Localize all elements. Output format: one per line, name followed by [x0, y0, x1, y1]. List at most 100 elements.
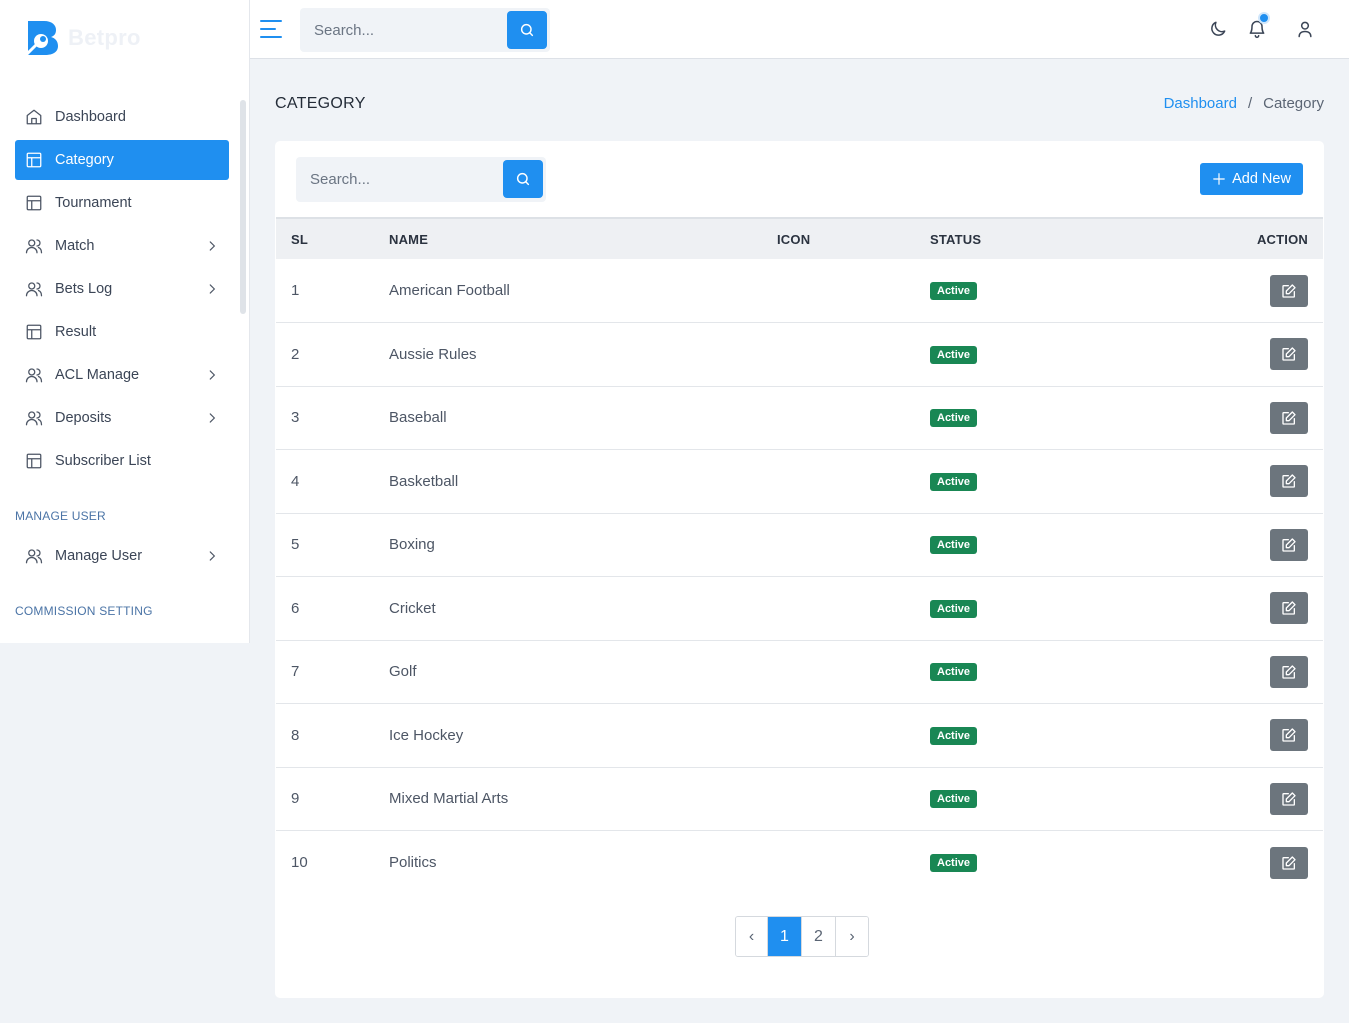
sidebar-item-acl-manage[interactable]: ACL Manage: [15, 355, 229, 395]
edit-icon: [1282, 347, 1296, 361]
sidebar: Betpro Dashboard Category Tournament Match B…: [0, 0, 250, 643]
theme-toggle-button[interactable]: [1208, 19, 1228, 39]
sidebar-item-label: Tournament: [55, 195, 132, 211]
cell-icon: [777, 831, 930, 895]
edit-button[interactable]: [1270, 274, 1308, 307]
sidebar-item-manage-user[interactable]: Manage User: [15, 536, 229, 576]
table-row: 7 Golf Active: [276, 640, 1323, 704]
category-search-input[interactable]: [296, 157, 496, 202]
edit-button[interactable]: [1270, 338, 1308, 371]
edit-icon: [1282, 665, 1296, 679]
cell-sl: 7: [291, 663, 300, 681]
cell-status: Active: [930, 450, 1130, 514]
notifications-button[interactable]: [1247, 12, 1270, 39]
cell-action: [1130, 767, 1323, 831]
chevron-right-icon: [205, 549, 219, 563]
edit-button[interactable]: [1270, 592, 1308, 625]
table-row: 8 Ice Hockey Active: [276, 704, 1323, 768]
cell-name: American Football: [389, 282, 510, 299]
sidebar-item-dashboard[interactable]: Dashboard: [15, 97, 229, 137]
cell-sl: 3: [291, 409, 300, 427]
section-title-manage-user: MANAGE USER: [15, 509, 106, 523]
sidebar-item-label: Deposits: [55, 410, 112, 426]
pagination-next-button[interactable]: ›: [836, 917, 868, 956]
table-row: 3 Baseball Active: [276, 386, 1323, 450]
cell-sl: 6: [291, 599, 300, 617]
cell-name: Ice Hockey: [389, 726, 464, 744]
header-sl[interactable]: SL: [276, 218, 389, 259]
sidebar-item-label: ACL Manage: [55, 367, 140, 383]
hamburger-icon: [260, 20, 282, 38]
cell-icon: [777, 577, 930, 641]
add-new-button[interactable]: Add New: [1200, 163, 1303, 195]
search-icon: [516, 172, 530, 186]
header-status[interactable]: STATUS: [930, 218, 1130, 259]
edit-button[interactable]: [1270, 528, 1308, 561]
sidebar-scrollbar[interactable]: [240, 100, 246, 314]
status-badge: Active: [930, 345, 978, 364]
cell-status: Active: [930, 831, 1130, 895]
menu-toggle-button[interactable]: [259, 17, 283, 41]
sidebar-item-label: Manage User: [55, 548, 143, 564]
status-badge: Active: [930, 536, 978, 555]
status-badge: Active: [930, 726, 978, 745]
sidebar-item-match[interactable]: Match: [15, 226, 229, 266]
table-row: 4 Basketball Active: [276, 450, 1323, 514]
table-icon: [25, 323, 43, 341]
edit-button[interactable]: [1270, 655, 1308, 688]
edit-icon: [1282, 538, 1296, 552]
user-menu-button[interactable]: [1295, 19, 1315, 39]
header-search-button[interactable]: [507, 11, 547, 49]
sidebar-item-result[interactable]: Result: [15, 312, 229, 352]
edit-button[interactable]: [1270, 846, 1308, 879]
cell-name: Politics: [389, 854, 437, 871]
edit-icon: [1282, 601, 1296, 615]
header-name[interactable]: NAME: [389, 218, 777, 259]
sidebar-item-category[interactable]: Category: [15, 140, 229, 180]
edit-button[interactable]: [1270, 401, 1308, 434]
sidebar-item-deposits[interactable]: Deposits: [15, 398, 229, 438]
brand[interactable]: Betpro: [24, 18, 141, 58]
breadcrumb-home-link[interactable]: Dashboard: [1164, 95, 1237, 112]
header-icon[interactable]: ICON: [777, 218, 930, 259]
edit-icon: [1282, 411, 1296, 425]
header-search-input[interactable]: [300, 8, 500, 52]
cell-icon: [777, 513, 930, 577]
edit-button[interactable]: [1270, 719, 1308, 752]
sidebar-item-subscriber-list[interactable]: Subscriber List: [15, 441, 229, 481]
table-icon: [25, 452, 43, 470]
users-icon: [25, 366, 43, 384]
edit-button[interactable]: [1270, 465, 1308, 498]
cell-action: [1130, 513, 1323, 577]
top-header: [250, 0, 1349, 59]
header-search: [300, 8, 550, 52]
cell-name: Mixed Martial Arts: [389, 790, 509, 808]
cell-sl: 1: [291, 282, 300, 299]
edit-icon: [1282, 792, 1296, 806]
status-badge: Active: [930, 282, 978, 300]
table-row: 6 Cricket Active: [276, 577, 1323, 641]
pagination-page-1[interactable]: 1: [768, 917, 802, 956]
cell-status: Active: [930, 386, 1130, 450]
edit-button[interactable]: [1270, 782, 1308, 815]
edit-icon: [1282, 728, 1296, 742]
breadcrumb-current: Category: [1263, 95, 1324, 112]
pagination-prev-button[interactable]: ‹: [736, 917, 768, 956]
pagination-page-2[interactable]: 2: [802, 917, 836, 956]
chevron-right-icon: [205, 239, 219, 253]
users-icon: [25, 409, 43, 427]
sidebar-nav: Dashboard Category Tournament Match Bets Log…: [15, 97, 229, 484]
cell-icon: [777, 704, 930, 768]
category-search-button[interactable]: [503, 160, 543, 198]
table-row: 9 Mixed Martial Arts Active: [276, 767, 1323, 831]
users-icon: [25, 280, 43, 298]
status-badge: Active: [930, 409, 978, 428]
sidebar-item-bets-log[interactable]: Bets Log: [15, 269, 229, 309]
breadcrumb-separator: /: [1247, 95, 1253, 112]
status-badge: Active: [930, 472, 978, 491]
cell-action: [1130, 450, 1323, 514]
sidebar-item-tournament[interactable]: Tournament: [15, 183, 229, 223]
cell-sl: 4: [291, 472, 300, 490]
edit-icon: [1282, 283, 1296, 298]
cell-status: Active: [930, 640, 1130, 704]
